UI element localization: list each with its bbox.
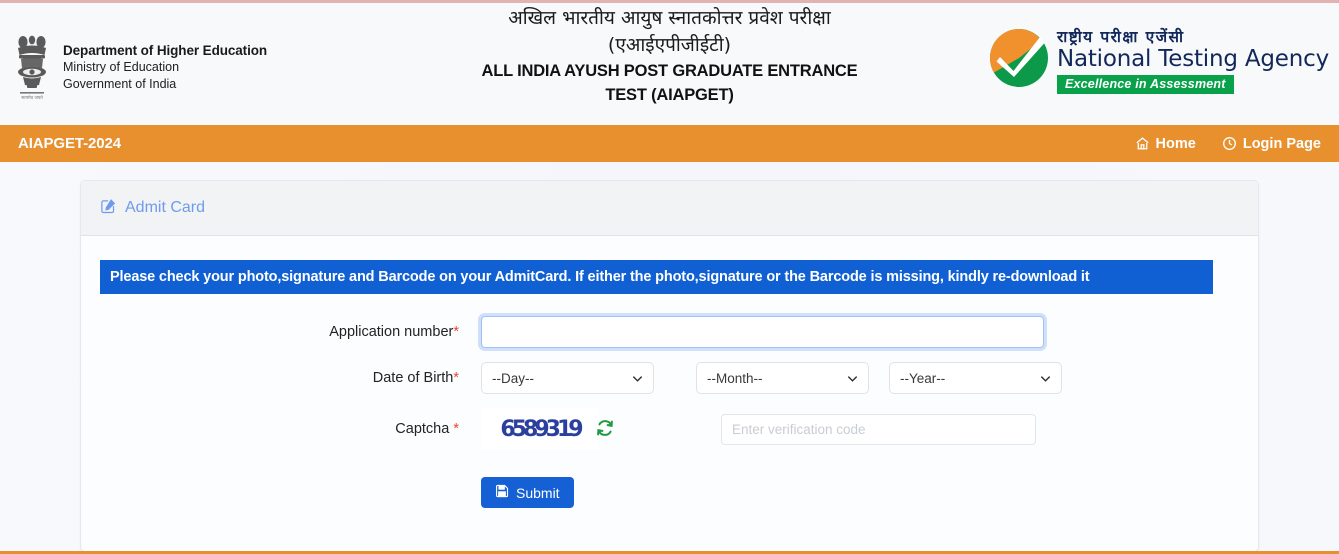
application-number-controls	[481, 316, 1044, 349]
admit-card-notice: Please check your photo,signature and Ba…	[100, 260, 1213, 295]
dob-month-select[interactable]: --Month--	[696, 362, 869, 395]
submit-button[interactable]: Submit	[481, 477, 574, 509]
date-of-birth-label: Date of Birth*	[81, 370, 481, 386]
required-asterisk: *	[453, 324, 459, 341]
nta-tagline: Excellence in Assessment	[1056, 75, 1234, 95]
submit-button-label: Submit	[516, 484, 560, 501]
required-asterisk: *	[453, 421, 459, 438]
govt-branding: सत्यमेव जयते Department of Higher Educat…	[10, 31, 267, 103]
site-header: सत्यमेव जयते Department of Higher Educat…	[0, 3, 1339, 125]
card-header-title: Admit Card	[100, 197, 205, 219]
nta-name-english: National Testing Agency	[1056, 45, 1329, 72]
card-header-label: Admit Card	[125, 199, 206, 216]
nta-branding: राष्ट्रीय परीक्षा एजेंसी National Testin…	[988, 27, 1329, 95]
clock-icon	[1222, 136, 1237, 151]
save-icon	[495, 484, 509, 501]
date-of-birth-label-text: Date of Birth	[372, 370, 454, 387]
form-row-date-of-birth: Date of Birth* --Day-- --Month-- --Year-…	[81, 362, 1258, 395]
application-number-label: Application number*	[81, 324, 481, 340]
nav-link-login-page-label: Login Page	[1242, 135, 1321, 152]
form-row-application-number: Application number*	[81, 316, 1258, 349]
captcha-label-text: Captcha	[395, 421, 450, 438]
captcha-label: Captcha *	[81, 421, 481, 437]
nav-link-login-page[interactable]: Login Page	[1222, 136, 1321, 152]
card-body: Please check your photo,signature and Ba…	[81, 260, 1258, 509]
refresh-icon	[595, 418, 615, 441]
navbar-links: Home Login Page	[1135, 136, 1321, 152]
captcha-controls: 6589319	[481, 408, 1036, 451]
form-row-captcha: Captcha * 6589319	[81, 408, 1258, 451]
captcha-refresh-button[interactable]	[595, 418, 615, 441]
captcha-image-text: 6589319	[500, 416, 583, 442]
admit-card-form: Application number* Date of Birth* --Day…	[81, 316, 1258, 509]
dob-year-select[interactable]: --Year--	[889, 362, 1062, 395]
ministry-name: Ministry of Education	[63, 60, 180, 75]
dob-year-wrapper: --Year--	[889, 362, 1062, 395]
department-name: Department of Higher Education	[63, 42, 268, 58]
svg-text:सत्यमेव जयते: सत्यमेव जयते	[21, 95, 43, 101]
nav-link-home[interactable]: Home	[1135, 136, 1196, 152]
nav-link-home-label: Home	[1155, 135, 1196, 152]
application-number-label-text: Application number	[329, 324, 454, 341]
captcha-code-input[interactable]	[721, 413, 1036, 445]
date-of-birth-controls: --Day-- --Month-- --Year--	[481, 362, 1062, 395]
dob-day-select[interactable]: --Day--	[481, 362, 654, 395]
nta-checkmark-logo-icon	[988, 27, 1050, 94]
home-icon	[1135, 136, 1150, 151]
dob-month-wrapper: --Month--	[696, 362, 869, 395]
dob-day-wrapper: --Day--	[481, 362, 654, 395]
navbar-brand[interactable]: AIAPGET-2024	[18, 135, 121, 152]
card-header: Admit Card	[81, 181, 1258, 236]
government-name: Government of India	[63, 76, 177, 91]
captcha-image: 6589319	[481, 408, 599, 451]
admit-card-panel: Admit Card Please check your photo,signa…	[80, 180, 1259, 552]
edit-square-icon	[100, 197, 117, 219]
required-asterisk: *	[453, 370, 459, 387]
india-state-emblem-icon: सत्यमेव जयते	[10, 31, 54, 103]
nta-name-hindi: राष्ट्रीय परीक्षा एजेंसी	[1056, 28, 1185, 46]
main-navbar: AIAPGET-2024 Home Login Page	[0, 125, 1339, 162]
page-root: सत्यमेव जयते Department of Higher Educat…	[0, 0, 1339, 554]
application-number-input[interactable]	[481, 316, 1044, 349]
